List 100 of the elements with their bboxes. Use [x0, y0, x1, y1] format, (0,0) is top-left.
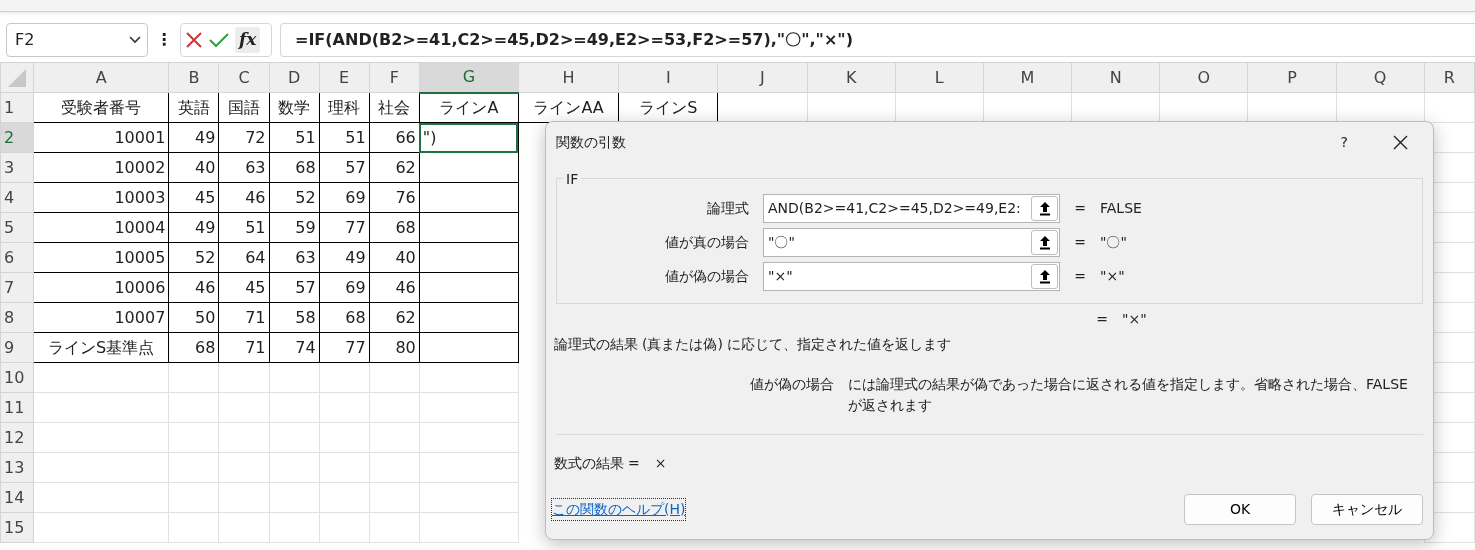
reference-button[interactable]: [1031, 229, 1058, 255]
name-box[interactable]: F2: [6, 23, 148, 57]
table-cell: 数学: [269, 92, 320, 123]
table-cell: 72: [218, 122, 269, 153]
column-header[interactable]: E: [319, 62, 370, 93]
row-header[interactable]: 4: [0, 182, 34, 213]
argument-label: 値が真の場合: [664, 232, 750, 252]
column-header[interactable]: D: [269, 62, 320, 93]
table-cell: 社会: [369, 92, 420, 123]
table-cell: 10001: [33, 122, 169, 153]
column-header[interactable]: H: [518, 62, 619, 93]
column-header[interactable]: G: [419, 62, 519, 93]
table-cell: ラインA: [419, 92, 519, 123]
column-header[interactable]: K: [807, 62, 896, 93]
table-cell: 69: [319, 182, 370, 213]
table-cell: 10002: [33, 152, 169, 183]
table-cell: 46: [369, 272, 420, 303]
cell-reference: F2: [15, 29, 35, 51]
upload-arrow-icon: [1038, 200, 1051, 216]
column-header[interactable]: C: [218, 62, 269, 93]
function-description: 論理式の結果 (真または偽) に応じて、指定された値を返します: [552, 335, 953, 354]
argument-label: 論理式: [706, 198, 750, 218]
table-cell: 40: [168, 152, 219, 183]
argument-result: "×": [1100, 266, 1125, 286]
argument-field[interactable]: "×": [763, 261, 1060, 291]
table-cell: 52: [269, 182, 320, 213]
argument-field[interactable]: AND(B2>=41,C2>=45,D2>=49,E2:: [763, 193, 1060, 223]
table-cell: 国語: [218, 92, 269, 123]
column-header[interactable]: P: [1247, 62, 1337, 93]
row-header[interactable]: 8: [0, 302, 34, 333]
table-cell: "): [419, 122, 519, 153]
table-cell: ラインS基準点: [33, 332, 169, 363]
argument-result: "〇": [1100, 232, 1127, 252]
row-header[interactable]: 2: [0, 122, 34, 153]
table-cell: 77: [319, 212, 370, 243]
row-header[interactable]: 13: [0, 452, 34, 483]
cancel-button[interactable]: キャンセル: [1311, 494, 1423, 525]
table-cell: 50: [168, 302, 219, 333]
row-header[interactable]: 3: [0, 152, 34, 183]
table-cell: 46: [218, 182, 269, 213]
ok-button[interactable]: OK: [1184, 494, 1296, 525]
chevron-icon: [129, 36, 141, 44]
column-header[interactable]: M: [983, 62, 1072, 93]
reference-button[interactable]: [1031, 195, 1058, 221]
column-header[interactable]: N: [1071, 62, 1160, 93]
formula-result-value: ×: [654, 453, 667, 473]
table-cell: 57: [319, 152, 370, 183]
table-cell: 64: [218, 242, 269, 273]
column-header[interactable]: A: [33, 62, 169, 93]
table-cell: 51: [218, 212, 269, 243]
table-cell: 68: [369, 212, 420, 243]
table-cell: 63: [269, 242, 320, 273]
more-options-button[interactable]: ⋮: [156, 28, 172, 52]
row-header[interactable]: 15: [0, 512, 34, 543]
argument-field[interactable]: "〇": [763, 227, 1060, 257]
formula-input[interactable]: =IF(AND(B2>=41,C2>=45,D2>=49,E2>=53,F2>=57),"〇","×"): [280, 23, 1475, 57]
table-cell: 理科: [319, 92, 370, 123]
column-header[interactable]: O: [1159, 62, 1248, 93]
row-header[interactable]: 14: [0, 482, 34, 513]
table-cell: 71: [218, 302, 269, 333]
check-icon[interactable]: [209, 32, 229, 48]
close-icon[interactable]: [1393, 134, 1408, 150]
row-header[interactable]: 11: [0, 392, 34, 423]
result-value: "×": [1122, 309, 1147, 329]
table-cell: 49: [319, 242, 370, 273]
row-header[interactable]: 7: [0, 272, 34, 303]
table-cell: 51: [319, 122, 370, 153]
table-cell: 英語: [168, 92, 219, 123]
column-header[interactable]: R: [1424, 62, 1475, 93]
equals-sign: =: [1073, 266, 1087, 286]
argument-help-label: 値が偽の場合: [749, 375, 835, 394]
row-header[interactable]: 12: [0, 422, 34, 453]
column-header[interactable]: F: [369, 62, 420, 93]
row-header[interactable]: 6: [0, 242, 34, 273]
upload-arrow-icon: [1038, 268, 1051, 284]
table-cell: 49: [168, 212, 219, 243]
column-header[interactable]: L: [895, 62, 984, 93]
insert-function-button[interactable]: fx: [235, 27, 261, 53]
table-cell: 77: [319, 332, 370, 363]
table-cell: 62: [369, 302, 420, 333]
table-cell: 68: [319, 302, 370, 333]
table-cell: 80: [369, 332, 420, 363]
table-cell: 68: [168, 332, 219, 363]
help-button[interactable]: ?: [1340, 131, 1348, 153]
table-cell: 受験者番号: [33, 92, 169, 123]
table-cell: 10005: [33, 242, 169, 273]
column-header[interactable]: I: [618, 62, 718, 93]
row-header[interactable]: 1: [0, 92, 34, 123]
table-cell: 59: [269, 212, 320, 243]
row-header[interactable]: 5: [0, 212, 34, 243]
row-header[interactable]: 9: [0, 332, 34, 363]
reference-button[interactable]: [1031, 263, 1058, 289]
column-header[interactable]: J: [717, 62, 808, 93]
table-cell: 10004: [33, 212, 169, 243]
table-cell: 57: [269, 272, 320, 303]
equals-sign: =: [1073, 232, 1087, 252]
row-header[interactable]: 10: [0, 362, 34, 393]
column-header[interactable]: Q: [1336, 62, 1425, 93]
help-link[interactable]: この関数のヘルプ(H): [552, 499, 686, 520]
column-header[interactable]: B: [168, 62, 219, 93]
